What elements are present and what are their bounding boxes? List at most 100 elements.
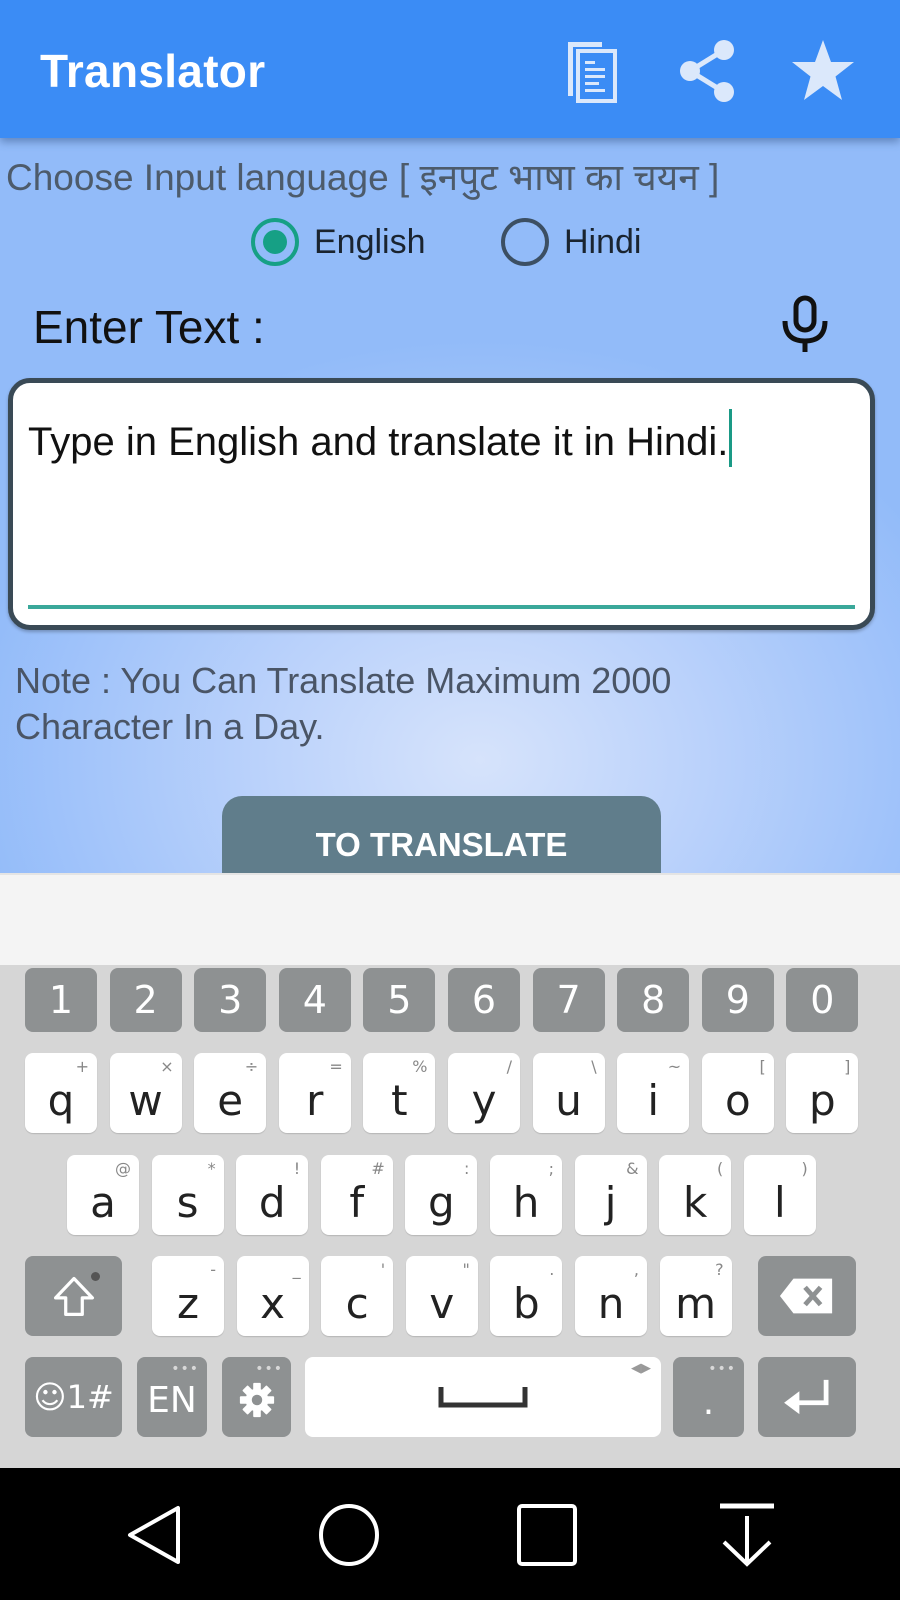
key-3[interactable]: 3 xyxy=(194,968,267,1032)
key-b[interactable]: .b xyxy=(490,1256,563,1336)
key-7[interactable]: 7 xyxy=(532,968,605,1032)
key-t[interactable]: % t xyxy=(363,1053,436,1133)
key-label: a xyxy=(90,1177,116,1227)
key-v[interactable]: " v xyxy=(405,1256,478,1336)
key-q[interactable]: + q xyxy=(25,1053,97,1133)
key-u[interactable]: \ u xyxy=(532,1053,605,1133)
keyboard: 1234567890 + q × w ÷ e = r% t / y \ u ~ i[o] p @ a * s! d # f… xyxy=(0,965,900,1468)
text-input-box[interactable]: Type in English and translate it in Hind… xyxy=(8,378,875,630)
space-icon xyxy=(438,1387,528,1408)
key-1[interactable]: 1 xyxy=(25,968,97,1032)
key-secondary-symbol: / xyxy=(506,1057,512,1076)
key-j[interactable]: & j xyxy=(574,1155,647,1235)
key-k[interactable]: (k xyxy=(659,1155,732,1235)
key-9[interactable]: 9 xyxy=(701,968,774,1032)
shift-key[interactable] xyxy=(25,1256,122,1336)
text-input-underline xyxy=(28,605,855,609)
key-secondary-symbol: \ xyxy=(591,1057,597,1076)
share-icon[interactable] xyxy=(676,38,742,104)
key-w[interactable]: × w xyxy=(109,1053,182,1133)
key-x[interactable]: _ x xyxy=(236,1256,309,1336)
key-secondary-symbol: @ xyxy=(115,1159,131,1178)
copy-icon[interactable] xyxy=(562,38,628,104)
key-l[interactable]: ) l xyxy=(743,1155,816,1235)
key-s[interactable]: * s xyxy=(151,1155,224,1235)
shift-icon xyxy=(53,1276,94,1317)
more-dots: ••• xyxy=(708,1361,736,1377)
key-secondary-symbol: - xyxy=(210,1260,216,1279)
enter-icon xyxy=(784,1379,829,1415)
key-secondary-symbol: ; xyxy=(548,1159,554,1178)
key-label: w xyxy=(128,1075,163,1125)
backspace-key[interactable] xyxy=(758,1256,856,1336)
microphone-icon[interactable] xyxy=(780,295,830,353)
settings-key[interactable]: ••• xyxy=(222,1357,291,1437)
radio-hindi[interactable]: Hindi xyxy=(501,216,641,268)
key-label: q xyxy=(47,1075,75,1125)
key-o[interactable]: [o xyxy=(701,1053,774,1133)
backspace-icon xyxy=(779,1278,833,1314)
period-key[interactable]: ••• . xyxy=(673,1357,744,1437)
key-secondary-symbol: _ xyxy=(292,1260,301,1279)
key-n[interactable]: ,n xyxy=(575,1256,647,1336)
key-secondary-symbol: . xyxy=(549,1260,555,1279)
key-i[interactable]: ~ i xyxy=(617,1053,690,1133)
app-bar: Translator xyxy=(0,0,900,138)
symbols-key[interactable]: ☺1# xyxy=(25,1357,122,1437)
enter-key[interactable] xyxy=(758,1357,856,1437)
navigation-bar xyxy=(0,1468,900,1600)
more-dots: ••• xyxy=(171,1361,199,1377)
key-label: o xyxy=(724,1075,751,1125)
key-0[interactable]: 0 xyxy=(786,968,859,1032)
key-label: x xyxy=(260,1278,286,1328)
key-5[interactable]: 5 xyxy=(363,968,436,1032)
key-p[interactable]: ] p xyxy=(786,1053,859,1133)
home-icon[interactable] xyxy=(314,1502,384,1568)
key-label: s xyxy=(176,1177,199,1227)
key-secondary-symbol: # xyxy=(371,1159,385,1178)
key-a[interactable]: @ a xyxy=(67,1155,139,1235)
key-label: j xyxy=(604,1177,617,1227)
text-input[interactable]: Type in English and translate it in Hind… xyxy=(28,409,733,467)
key-secondary-symbol: : xyxy=(464,1159,470,1178)
recents-icon[interactable] xyxy=(512,1502,582,1568)
language-key[interactable]: ••• EN xyxy=(137,1357,207,1437)
key-label: g xyxy=(428,1177,455,1227)
text-cursor xyxy=(729,409,733,467)
key-8[interactable]: 8 xyxy=(617,968,690,1032)
key-secondary-symbol: × xyxy=(160,1057,174,1076)
input-language-radio-group: English Hindi xyxy=(0,216,900,268)
key-f[interactable]: # f xyxy=(320,1155,393,1235)
key-e[interactable]: ÷ e xyxy=(194,1053,267,1133)
text-input-value: Type in English and translate it in Hind… xyxy=(28,420,729,464)
symbols-key-label: ☺1# xyxy=(33,1378,114,1416)
key-g[interactable]: :g xyxy=(405,1155,478,1235)
key-6[interactable]: 6 xyxy=(448,968,520,1032)
radio-button-unchecked[interactable] xyxy=(501,218,549,266)
key-r[interactable]: = r xyxy=(278,1053,351,1133)
key-m[interactable]: ? m xyxy=(659,1256,732,1336)
key-secondary-symbol: " xyxy=(462,1260,470,1279)
period-key-label: . xyxy=(702,1381,715,1423)
key-2[interactable]: 2 xyxy=(109,968,182,1032)
key-c[interactable]: ' c xyxy=(321,1256,394,1336)
key-label: r xyxy=(306,1075,324,1125)
star-icon[interactable] xyxy=(790,38,856,104)
translate-button[interactable]: TO TRANSLATE xyxy=(222,796,661,873)
key-label: e xyxy=(217,1075,244,1125)
key-d[interactable]: ! d xyxy=(236,1155,309,1235)
back-icon[interactable] xyxy=(118,1502,188,1568)
key-secondary-symbol: ] xyxy=(844,1057,851,1076)
radio-english[interactable]: English xyxy=(251,216,426,268)
key-secondary-symbol: ) xyxy=(801,1159,808,1178)
key-secondary-symbol: * xyxy=(207,1159,216,1178)
key-h[interactable]: ; h xyxy=(490,1155,562,1235)
key-label: y xyxy=(471,1075,497,1125)
space-key[interactable]: ◀▶ xyxy=(305,1357,661,1437)
key-y[interactable]: / y xyxy=(448,1053,520,1133)
radio-button-checked[interactable] xyxy=(251,218,299,266)
key-label: t xyxy=(391,1075,408,1125)
hide-keyboard-icon[interactable] xyxy=(712,1502,782,1568)
key-z[interactable]: -z xyxy=(152,1256,224,1336)
key-4[interactable]: 4 xyxy=(278,968,351,1032)
